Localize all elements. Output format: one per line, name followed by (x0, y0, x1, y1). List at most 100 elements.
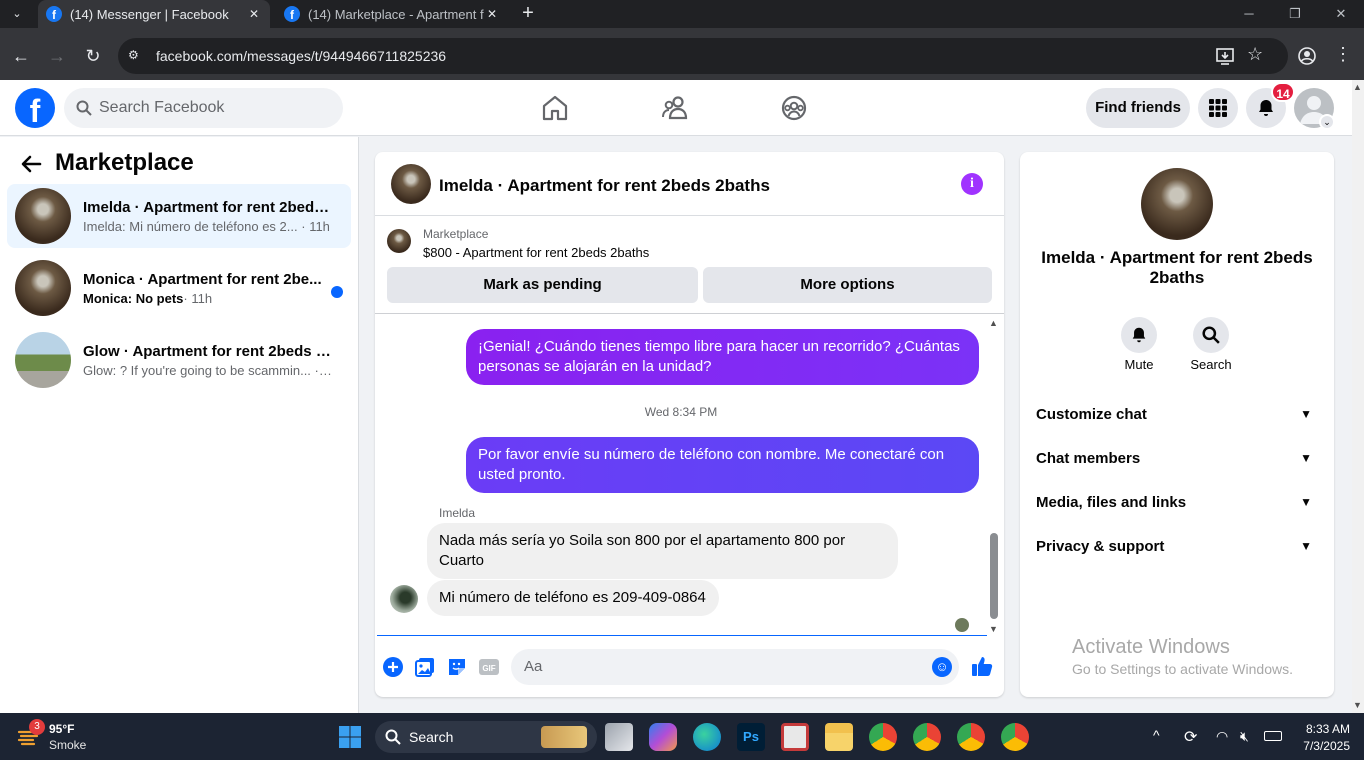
chrome-profile-1-icon[interactable] (869, 723, 897, 751)
tab-close-icon[interactable]: ✕ (484, 7, 500, 21)
bookmark-star-icon[interactable]: ☆ (1247, 44, 1269, 66)
reload-icon[interactable]: ↻ (81, 44, 105, 68)
system-clock[interactable]: 8:33 AM 7/3/2025 (1290, 721, 1350, 755)
profile-icon[interactable] (1296, 45, 1318, 67)
home-nav-icon[interactable] (539, 92, 571, 124)
speaker-muted-icon[interactable]: 🔇︎ (1240, 728, 1249, 745)
mute-button[interactable] (1121, 317, 1157, 353)
scroll-down-arrow-icon[interactable]: ▼ (989, 624, 998, 634)
chrome-profile-3-icon[interactable] (957, 723, 985, 751)
site-settings-icon[interactable]: ⚙ (128, 48, 144, 64)
edge-browser-icon[interactable] (693, 723, 721, 751)
conversation-item-glow[interactable]: Glow · Apartment for rent 2beds 2... Glo… (7, 328, 351, 392)
section-label: Privacy & support (1036, 537, 1165, 555)
weather-badge: 3 (29, 719, 45, 735)
close-window-icon[interactable]: ✕ (1318, 0, 1364, 28)
back-arrow-icon[interactable] (20, 153, 44, 177)
emoji-icon[interactable]: ☺ (932, 657, 952, 677)
browser-tab-marketplace[interactable]: f (14) Marketplace - Apartment f ✕ (276, 0, 508, 28)
chevron-down-icon: ▼ (1300, 539, 1312, 553)
conversation-time: · 11h (183, 290, 213, 306)
browser-tab-messenger[interactable]: f (14) Messenger | Facebook ✕ (38, 0, 270, 28)
more-options-button[interactable]: More options (703, 267, 992, 303)
file-explorer-icon[interactable] (825, 723, 853, 751)
section-label: Media, files and links (1036, 493, 1187, 511)
chat-scrollbar-thumb[interactable] (990, 533, 998, 619)
incoming-message[interactable]: Mi número de teléfono es 209-409-0864 (427, 580, 719, 616)
activate-windows-watermark-subtitle: Go to Settings to activate Windows. (1072, 661, 1293, 677)
chrome-menu-icon[interactable]: ⋮ (1334, 44, 1352, 68)
customize-chat-section[interactable]: Customize chat ▼ (1036, 394, 1318, 434)
media-files-links-section[interactable]: Media, files and links ▼ (1036, 482, 1318, 522)
menu-grid-icon[interactable] (1198, 88, 1238, 128)
search-in-conversation-button[interactable] (1193, 317, 1229, 353)
friends-nav-icon[interactable] (659, 92, 691, 124)
chat-title[interactable]: Imelda · Apartment for rent 2beds 2baths (439, 176, 770, 196)
search-icon (385, 729, 401, 745)
page-scroll-up-arrow-icon[interactable]: ▲ (1353, 82, 1362, 92)
scroll-up-arrow-icon[interactable]: ▲ (989, 318, 998, 328)
info-icon[interactable]: i (961, 173, 983, 195)
groups-nav-icon[interactable] (778, 92, 810, 124)
conversation-title: Monica · Apartment for rent 2be... (83, 270, 322, 288)
restore-window-icon[interactable]: ❐ (1272, 0, 1318, 28)
message-input[interactable]: Aa (511, 649, 959, 685)
clock-date: 7/3/2025 (1303, 739, 1350, 753)
forward-arrow-icon[interactable]: → (45, 44, 69, 68)
wifi-icon[interactable]: ◠ (1216, 728, 1228, 745)
incoming-message[interactable]: Nada más sería yo Soila son 800 por el a… (427, 523, 898, 579)
find-friends-button[interactable]: Find friends (1086, 88, 1190, 128)
conversation-preview: Glow: ? If you're going to be scammin... (83, 362, 311, 378)
chevron-down-icon: ▼ (1300, 407, 1312, 421)
outgoing-message[interactable]: ¡Genial! ¿Cuándo tienes tiempo libre par… (466, 329, 979, 385)
tab-title: (14) Messenger | Facebook (70, 6, 229, 22)
conversation-preview: Imelda: Mi número de teléfono es 2... (83, 218, 298, 234)
task-view-icon[interactable] (605, 723, 633, 751)
chat-members-section[interactable]: Chat members ▼ (1036, 438, 1318, 478)
page-scrollbar[interactable] (1352, 80, 1364, 713)
copilot-icon[interactable] (649, 723, 677, 751)
listing-title[interactable]: $800 - Apartment for rent 2beds 2baths (423, 245, 649, 260)
weather-temperature[interactable]: 95°F (49, 722, 74, 736)
minimize-window-icon[interactable]: ─ (1226, 0, 1272, 28)
privacy-support-section[interactable]: Privacy & support ▼ (1036, 526, 1318, 566)
conversation-time: · 3d (314, 362, 333, 378)
url-text: facebook.com/messages/t/9449466711825236 (156, 48, 447, 64)
facebook-search-input[interactable]: Search Facebook (64, 88, 343, 128)
show-hidden-icons-chevron-icon[interactable]: ^ (1153, 727, 1160, 743)
battery-icon[interactable] (1264, 731, 1282, 741)
page-scroll-down-arrow-icon[interactable]: ▼ (1353, 700, 1362, 710)
weather-condition[interactable]: Smoke (49, 738, 86, 752)
address-bar[interactable]: ⚙ facebook.com/messages/t/94494667118252… (118, 38, 1288, 74)
section-label: Chat members (1036, 449, 1141, 467)
facebook-logo-icon[interactable]: f (15, 88, 55, 128)
mark-as-pending-button[interactable]: Mark as pending (387, 267, 698, 303)
photo-icon[interactable] (414, 656, 436, 678)
back-arrow-icon[interactable]: ← (9, 44, 33, 68)
chevron-down-icon: ▼ (1300, 495, 1312, 509)
section-label: Customize chat (1036, 405, 1147, 423)
chrome-profile-4-icon[interactable] (1001, 723, 1029, 751)
snipping-tool-icon[interactable] (781, 723, 809, 751)
tab-close-icon[interactable]: ✕ (246, 7, 262, 21)
activate-windows-watermark: Activate Windows (1072, 636, 1230, 658)
chrome-profile-2-icon[interactable] (913, 723, 941, 751)
chat-listing-avatar[interactable] (391, 164, 431, 204)
sender-avatar[interactable] (390, 585, 418, 613)
conversation-item-imelda[interactable]: Imelda · Apartment for rent 2beds... Ime… (7, 184, 351, 248)
outgoing-message[interactable]: Por favor envíe su número de teléfono co… (466, 437, 979, 493)
sync-icon[interactable]: ⟳ (1184, 727, 1197, 747)
listing-source-label: Marketplace (423, 227, 489, 241)
account-chevron-icon[interactable]: ⌄ (1319, 114, 1335, 130)
tab-search-chevron-icon[interactable]: ⌄ (6, 4, 28, 24)
windows-start-icon[interactable] (338, 725, 362, 749)
install-app-icon[interactable] (1214, 45, 1236, 67)
conversation-item-monica[interactable]: Monica · Apartment for rent 2be... Monic… (7, 256, 351, 320)
taskbar-search-box[interactable]: Search (375, 721, 597, 753)
thumbs-up-icon[interactable] (970, 654, 994, 678)
gif-icon[interactable]: GIF (478, 656, 500, 678)
plus-circle-icon[interactable] (382, 656, 404, 678)
photoshop-icon[interactable]: Ps (737, 723, 765, 751)
new-tab-plus-icon[interactable]: + (516, 2, 540, 26)
sticker-icon[interactable] (446, 656, 468, 678)
